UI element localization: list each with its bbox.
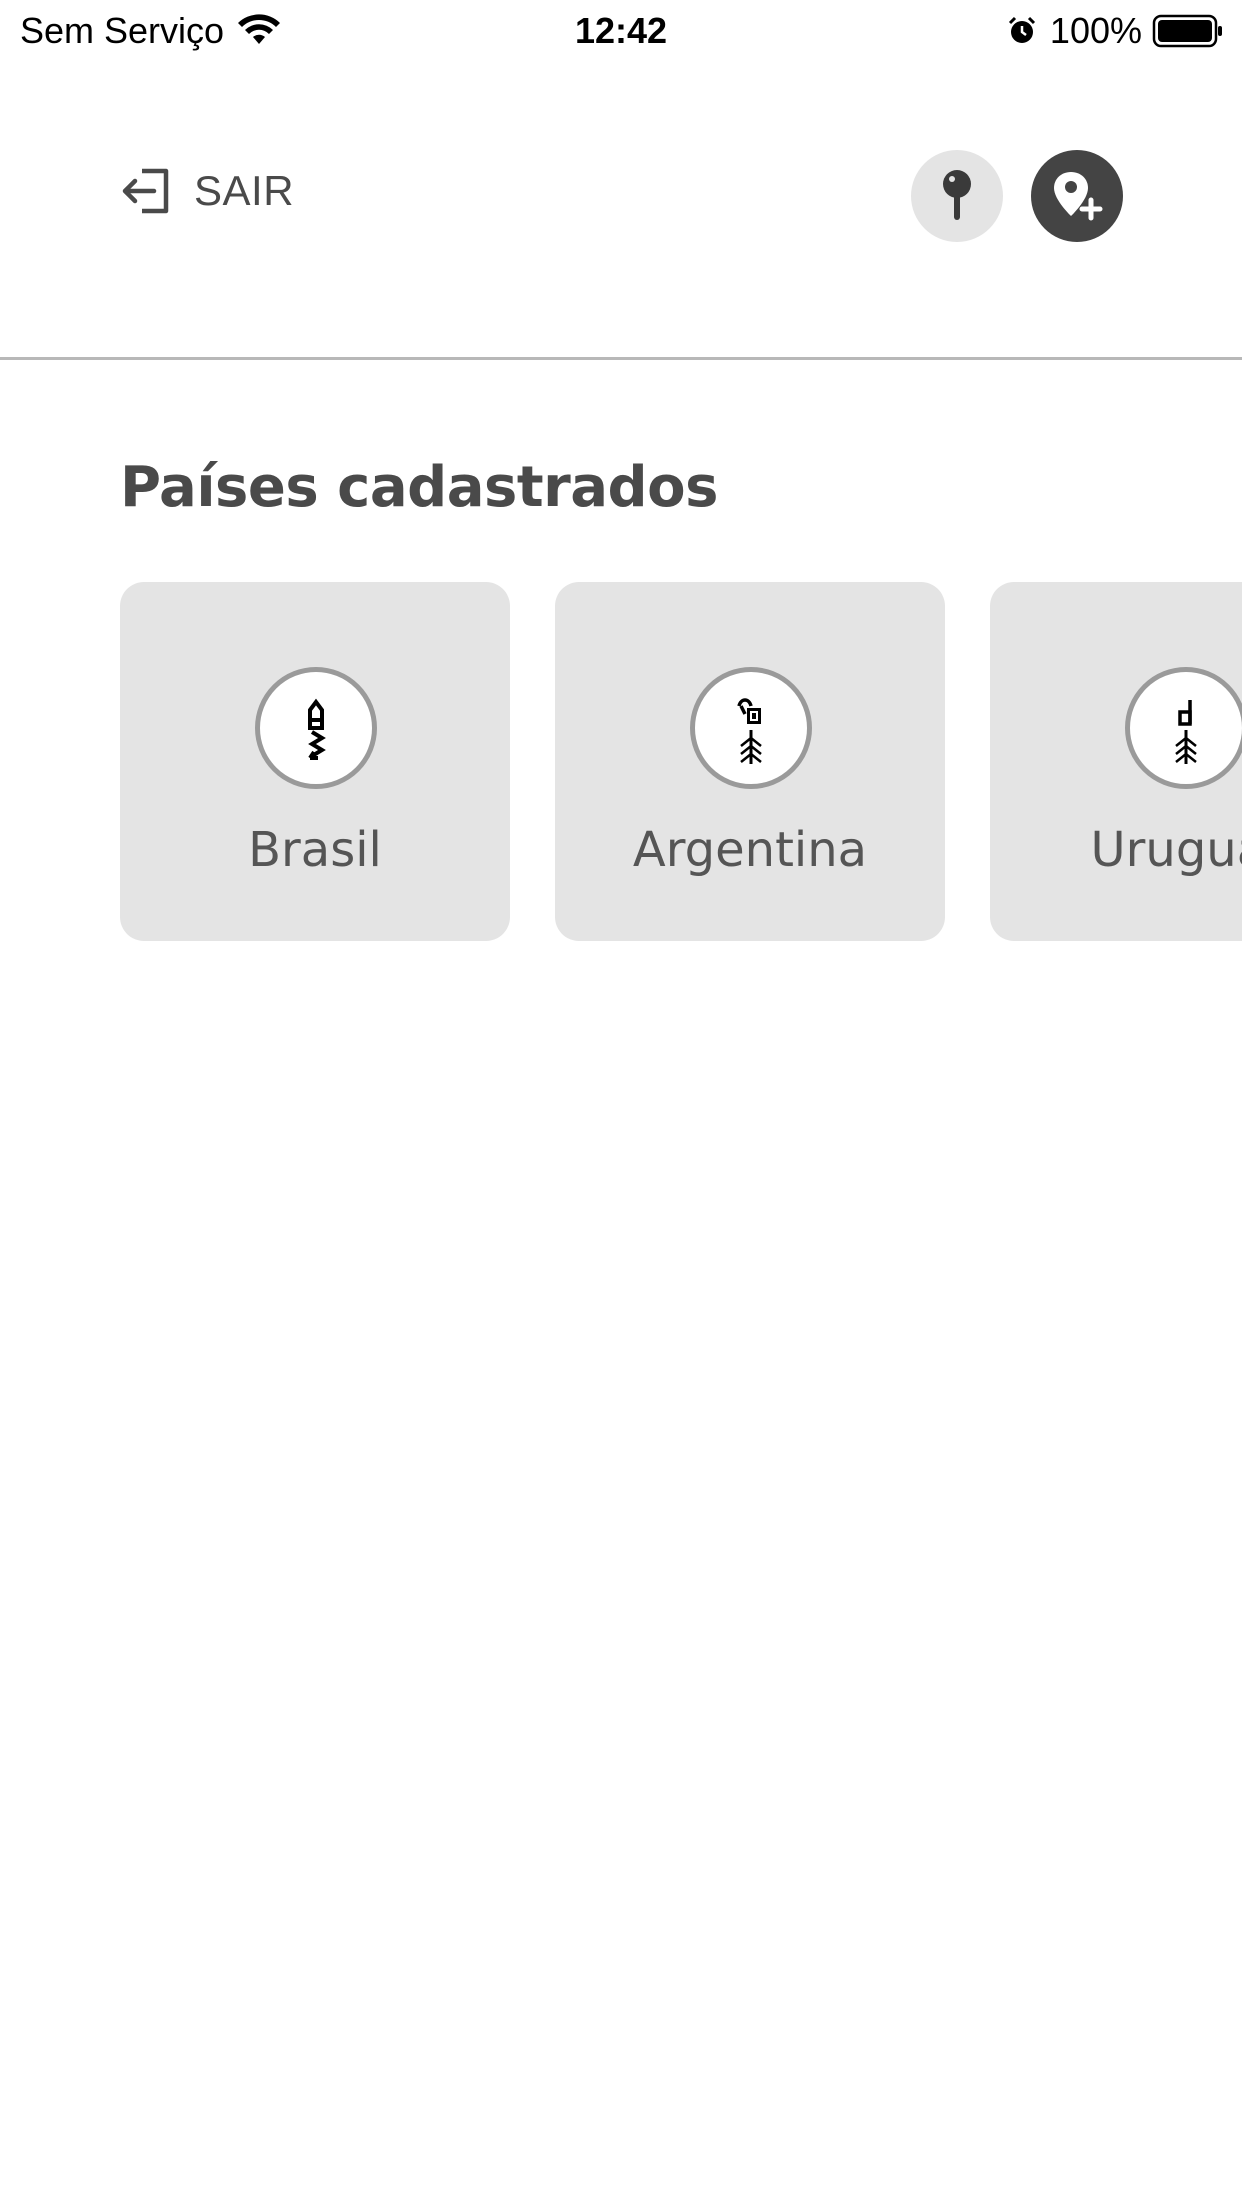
- alarm-icon: [1006, 15, 1038, 47]
- country-name: Argentina: [632, 822, 868, 878]
- add-location-button[interactable]: [1031, 150, 1123, 242]
- top-header: SAIR: [0, 62, 1242, 360]
- battery-percent: 100%: [1049, 10, 1142, 51]
- country-card-brasil[interactable]: Brasil: [120, 582, 510, 941]
- uruguai-glyph-icon: [1125, 667, 1242, 789]
- country-carousel[interactable]: Brasil Argentina Uruguai: [0, 580, 1242, 944]
- status-bar: Sem Serviço 12:42 100%: [0, 0, 1242, 62]
- exit-icon: [120, 167, 172, 215]
- section-title: Países cadastrados: [120, 455, 718, 520]
- exit-button[interactable]: SAIR: [120, 167, 294, 215]
- country-card-argentina[interactable]: Argentina: [555, 582, 945, 941]
- country-card-uruguai[interactable]: Uruguai: [990, 582, 1242, 941]
- battery-icon: [1152, 14, 1224, 48]
- map-pin-icon: [943, 170, 971, 220]
- argentina-glyph-icon: [690, 667, 812, 789]
- exit-label: SAIR: [194, 167, 295, 214]
- status-indicators: 100%: [1006, 10, 1224, 52]
- map-pin-button[interactable]: [911, 150, 1003, 242]
- country-name: Brasil: [248, 822, 382, 878]
- brasil-glyph-icon: [255, 667, 377, 789]
- map-pin-add-icon: [1054, 172, 1103, 221]
- country-name: Uruguai: [1090, 822, 1242, 878]
